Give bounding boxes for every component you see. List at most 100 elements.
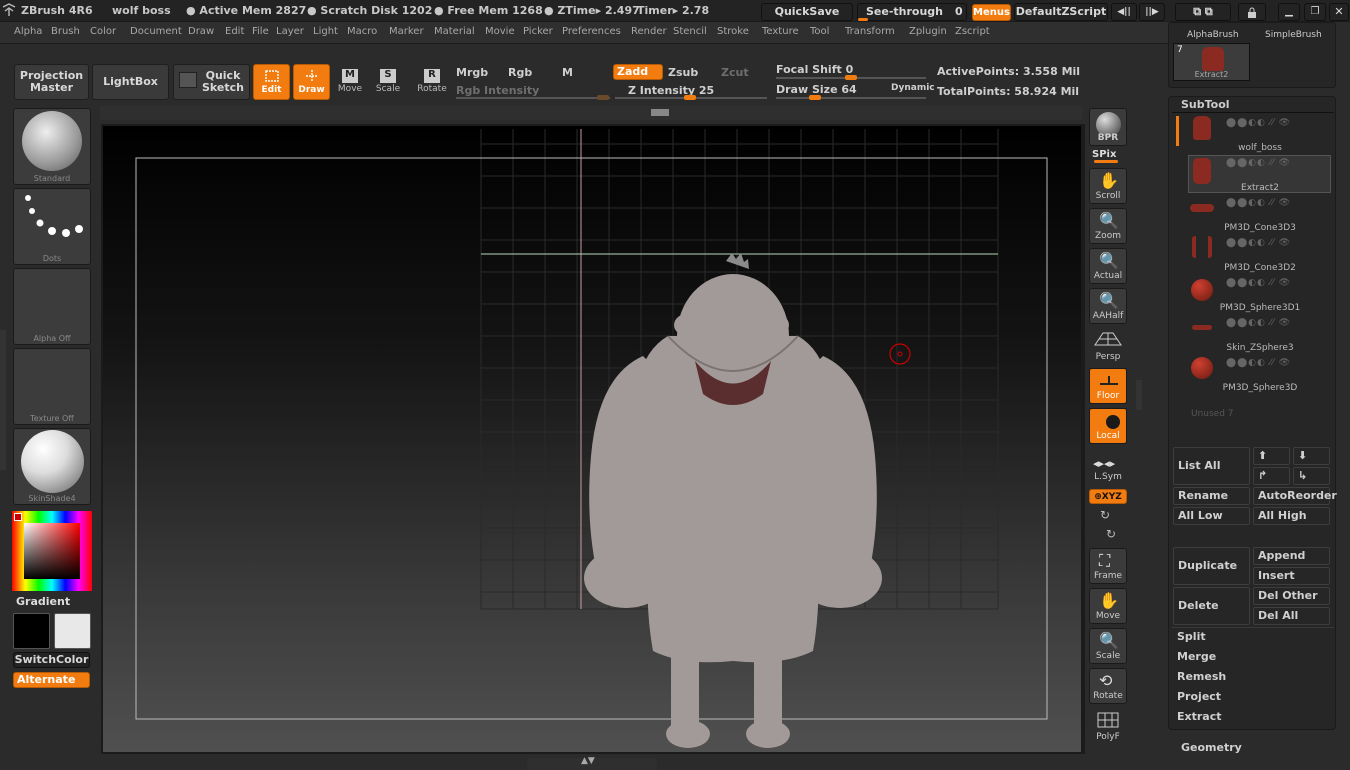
spix-knob[interactable] <box>1094 160 1118 163</box>
move-mode-button[interactable]: M Move <box>336 64 364 100</box>
focal-shift-slider[interactable]: Focal Shift 0 <box>776 63 853 76</box>
zadd-button[interactable]: Zadd <box>613 64 663 80</box>
canvas-scroll-thumb[interactable] <box>651 109 669 116</box>
local-button[interactable]: Local <box>1089 408 1127 444</box>
subtool-item-name[interactable]: PM3D_Sphere3D1 <box>1180 303 1340 313</box>
rotate-z-icon[interactable]: ↻ <box>1106 527 1116 541</box>
z-intensity-slider[interactable]: Z Intensity 25 <box>628 84 714 97</box>
menu-color[interactable]: Color <box>90 26 116 37</box>
subtool-toggles[interactable]: ⬤⬤◐◐ ⁄⁄ 👁 <box>1226 238 1291 248</box>
zsub-button[interactable]: Zsub <box>668 66 698 79</box>
alpha-selector[interactable]: Alpha Off <box>13 268 91 345</box>
bpr-render-button[interactable]: BPR <box>1089 108 1127 146</box>
menu-stencil[interactable]: Stencil <box>673 26 707 37</box>
floor-button[interactable]: Floor <box>1089 368 1127 404</box>
dynamic-toggle[interactable]: Dynamic <box>891 83 935 93</box>
simple-brush-tool[interactable]: SimpleBrush <box>1265 30 1322 40</box>
see-through-slider[interactable]: See-through 0 <box>857 3 967 21</box>
menu-render[interactable]: Render <box>631 26 667 37</box>
z-intensity-knob[interactable] <box>684 95 696 100</box>
extract-section[interactable]: Extract <box>1177 710 1222 723</box>
alternate-button[interactable]: Alternate <box>13 672 90 688</box>
left-tray-handle[interactable] <box>0 330 6 470</box>
lsym-button[interactable]: ◂▸◂▸ L.Sym <box>1089 452 1127 484</box>
subtool-item-name[interactable]: Extract2 <box>1180 183 1340 193</box>
menu-tool[interactable]: Tool <box>810 26 829 37</box>
rgb-button[interactable]: Rgb <box>508 66 532 79</box>
move-down-button[interactable]: ⬇ <box>1293 447 1330 465</box>
color-picker-square[interactable] <box>24 523 80 579</box>
persp-button[interactable]: Persp <box>1089 328 1127 364</box>
close-icon[interactable]: ✕ <box>1329 3 1349 21</box>
primary-color-swatch[interactable] <box>13 613 50 649</box>
move-up-button[interactable]: ⬆ <box>1253 447 1290 465</box>
remesh-section[interactable]: Remesh <box>1177 670 1226 683</box>
menu-alpha[interactable]: Alpha <box>14 26 42 37</box>
menu-zplugin[interactable]: Zplugin <box>909 26 947 37</box>
menu-layer[interactable]: Layer <box>276 26 304 37</box>
menu-marker[interactable]: Marker <box>389 26 424 37</box>
duplicate-button[interactable]: Duplicate <box>1173 547 1250 585</box>
split-section[interactable]: Split <box>1177 630 1206 643</box>
main-color-swatch[interactable] <box>14 513 22 521</box>
subtool-toggles[interactable]: ⬤⬤◐◐ ⁄⁄ 👁 <box>1226 318 1291 328</box>
menu-brush[interactable]: Brush <box>51 26 80 37</box>
subtool-item-name[interactable]: PM3D_Cone3D2 <box>1180 263 1340 273</box>
default-zscript-button[interactable]: DefaultZScript <box>1014 3 1108 21</box>
projection-master-button[interactable]: Projection Master <box>14 64 89 100</box>
see-through-knob[interactable] <box>858 18 868 21</box>
frame-button[interactable]: ⛶ Frame <box>1089 548 1127 584</box>
del-other-button[interactable]: Del Other <box>1253 587 1330 605</box>
menu-texture[interactable]: Texture <box>762 26 799 37</box>
subtool-item-name[interactable]: PM3D_Sphere3D <box>1180 383 1340 393</box>
texture-selector[interactable]: Texture Off <box>13 348 91 425</box>
menu-material[interactable]: Material <box>434 26 475 37</box>
auto-reorder-button[interactable]: AutoReorder <box>1253 487 1337 505</box>
zcut-button[interactable]: Zcut <box>721 66 749 79</box>
alpha-brush-tool[interactable]: AlphaBrush <box>1187 30 1239 40</box>
rotate-y-icon[interactable]: ↻ <box>1100 508 1110 522</box>
gradient-label[interactable]: Gradient <box>16 595 70 608</box>
scroll-left-icon[interactable]: ◀|| <box>1111 3 1137 21</box>
menu-file[interactable]: File <box>252 26 269 37</box>
right-tray-handle[interactable] <box>1136 380 1142 410</box>
quick-sketch-button[interactable]: Quick Sketch <box>173 64 250 100</box>
maximize-icon[interactable]: ❐ <box>1304 3 1326 21</box>
extract-tool-thumb[interactable]: 7 Extract2 <box>1173 43 1250 81</box>
menus-toggle-button[interactable]: Menus <box>972 4 1011 21</box>
expand-bottom-icon[interactable]: ▲▼ <box>581 756 595 766</box>
document-canvas[interactable] <box>103 126 1081 752</box>
lightbox-button[interactable]: LightBox <box>92 64 169 100</box>
stroke-selector[interactable]: Dots <box>13 188 91 265</box>
list-all-button[interactable]: List All <box>1173 447 1250 485</box>
canvas-bottom-handle[interactable]: ▲▼ <box>527 756 657 770</box>
scroll-button[interactable]: ✋ Scroll <box>1089 168 1127 204</box>
draw-mode-button[interactable]: Draw <box>293 64 330 100</box>
menu-preferences[interactable]: Preferences <box>562 26 621 37</box>
rgb-intensity-knob[interactable] <box>597 95 609 100</box>
subtool-toggles[interactable]: ⬤⬤◐◐ ⁄⁄ 👁 <box>1226 278 1291 288</box>
merge-section[interactable]: Merge <box>1177 650 1216 663</box>
draw-size-track[interactable] <box>776 97 926 99</box>
menu-macro[interactable]: Macro <box>347 26 377 37</box>
scale-button[interactable]: 🔍 Scale <box>1089 628 1127 664</box>
menu-stroke[interactable]: Stroke <box>717 26 749 37</box>
subtool-item-name[interactable]: Skin_ZSphere3 <box>1180 343 1340 353</box>
project-section[interactable]: Project <box>1177 690 1221 703</box>
actual-button[interactable]: 🔍 Actual <box>1089 248 1127 284</box>
move-to-top-button[interactable]: ↱ <box>1253 467 1290 485</box>
append-button[interactable]: Append <box>1253 547 1330 565</box>
color-picker[interactable] <box>12 511 92 591</box>
del-all-button[interactable]: Del All <box>1253 607 1330 625</box>
subtool-title[interactable]: SubTool <box>1181 98 1230 111</box>
window-layout-icon[interactable]: ⧉ ⧉ <box>1175 3 1231 21</box>
geometry-section[interactable]: Geometry <box>1181 741 1242 754</box>
polyf-button[interactable]: PolyF <box>1089 708 1127 744</box>
menu-draw[interactable]: Draw <box>188 26 214 37</box>
aahalf-button[interactable]: 🔍 AAHalf <box>1089 288 1127 324</box>
subtool-toggles[interactable]: ⬤⬤◐◐ ⁄⁄ 👁 <box>1226 198 1291 208</box>
subtool-toggles[interactable]: ⬤⬤◐◐ ⁄⁄ 👁 <box>1226 118 1291 128</box>
minimize-icon[interactable]: ▁ <box>1278 3 1300 21</box>
menu-light[interactable]: Light <box>313 26 338 37</box>
all-low-button[interactable]: All Low <box>1173 507 1250 525</box>
